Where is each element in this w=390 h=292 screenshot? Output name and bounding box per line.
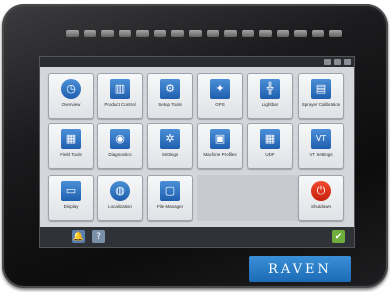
led-indicator (259, 30, 272, 37)
lightbar-icon: ╬ (260, 79, 280, 99)
tile-label: Display (63, 204, 79, 209)
grid-icon: ▦ (260, 129, 280, 149)
led-indicator (136, 30, 149, 37)
bottom-toolbar: 🔔 ? ✔ (40, 227, 354, 247)
led-indicator (206, 30, 220, 37)
tile-label: Machine Profiles (203, 152, 237, 157)
tile-label: Sprayer Calibration (301, 102, 341, 107)
tile-label: VT Settings (309, 152, 333, 157)
tile-label: Localization (108, 204, 132, 209)
tile-label: Overview (61, 102, 81, 107)
status-bar (40, 57, 354, 67)
field-computer-device: ◷ Overview ▥ Product Control ⚙ Setup Tools ✦ GP… (2, 4, 388, 288)
window-icon[interactable] (334, 59, 341, 65)
checkmark-button[interactable]: ✔ (332, 230, 345, 243)
tile-label: Diagnostics (108, 152, 132, 157)
app-tile[interactable]: ▢ File Manager (147, 175, 193, 221)
led-indicator (188, 30, 202, 37)
led-indicator (294, 30, 307, 37)
globe-icon: ◍ (110, 181, 130, 201)
gear-icon: ✲ (160, 129, 180, 149)
help-icon[interactable]: ? (92, 230, 105, 243)
app-tile[interactable]: ⏻ Shutdown (298, 175, 344, 221)
app-tile[interactable]: ▦ UDF (247, 123, 293, 169)
tile-label: Shutdown (310, 204, 331, 209)
alarm-icon[interactable]: 🔔 (72, 230, 85, 243)
empty-panel (197, 175, 299, 221)
brand-logo: RAVEN (249, 256, 351, 282)
led-indicator (66, 30, 79, 37)
close-icon[interactable] (344, 59, 351, 65)
tile-label: Setup Tools (158, 102, 182, 107)
field-icon: ▦ (61, 129, 81, 149)
led-indicator (329, 30, 342, 37)
app-tile[interactable]: ▤ Sprayer Calibration (298, 73, 344, 119)
vt-icon: VT (311, 129, 331, 149)
touch-screen: ◷ Overview ▥ Product Control ⚙ Setup Tools ✦ GP… (39, 56, 355, 248)
led-indicator (83, 30, 97, 37)
app-tile[interactable]: ▭ Display (48, 175, 94, 221)
gauge-icon: ◉ (110, 129, 130, 149)
file-icon: ▢ (160, 181, 180, 201)
tile-label: File Manager (156, 204, 184, 209)
app-tile[interactable]: VT VT Settings (298, 123, 344, 169)
app-tile[interactable]: ╬ Lightbar (247, 73, 293, 119)
app-tile[interactable]: ◉ Diagnostics (97, 123, 143, 169)
led-indicator (241, 30, 255, 37)
led-indicator (311, 30, 325, 37)
led-indicator (153, 30, 167, 37)
app-tile[interactable]: ◷ Overview (48, 73, 94, 119)
tile-label: Product Control (104, 102, 136, 107)
app-tile[interactable]: ▥ Product Control (97, 73, 143, 119)
tractor-icon: ▣ (210, 129, 230, 149)
led-indicator (118, 30, 132, 37)
app-tile[interactable]: ✲ Settings (147, 123, 193, 169)
power-icon: ⏻ (311, 181, 331, 201)
app-tile[interactable]: ⚙ Setup Tools (147, 73, 193, 119)
led-lightbar (66, 30, 342, 40)
tile-label: Settings (161, 152, 179, 157)
led-indicator (101, 30, 114, 37)
tile-label: GPS (215, 102, 225, 107)
led-indicator (171, 30, 184, 37)
minimize-icon[interactable] (324, 59, 331, 65)
tile-label: UDF (265, 152, 275, 157)
sprayer-icon: ▤ (311, 79, 331, 99)
clock-icon: ◷ (61, 79, 81, 99)
wrench-icon: ⚙ (160, 79, 180, 99)
tile-label: Field Tools (60, 152, 82, 157)
app-tile[interactable]: ✦ GPS (197, 73, 243, 119)
chart-icon: ▥ (110, 79, 130, 99)
display-icon: ▭ (61, 181, 81, 201)
led-indicator (224, 30, 237, 37)
app-tile[interactable]: ▣ Machine Profiles (197, 123, 243, 169)
app-tile[interactable]: ▦ Field Tools (48, 123, 94, 169)
tile-label: Lightbar (261, 102, 279, 107)
led-indicator (276, 30, 290, 37)
satellite-icon: ✦ (210, 79, 230, 99)
app-tile[interactable]: ◍ Localization (97, 175, 143, 221)
